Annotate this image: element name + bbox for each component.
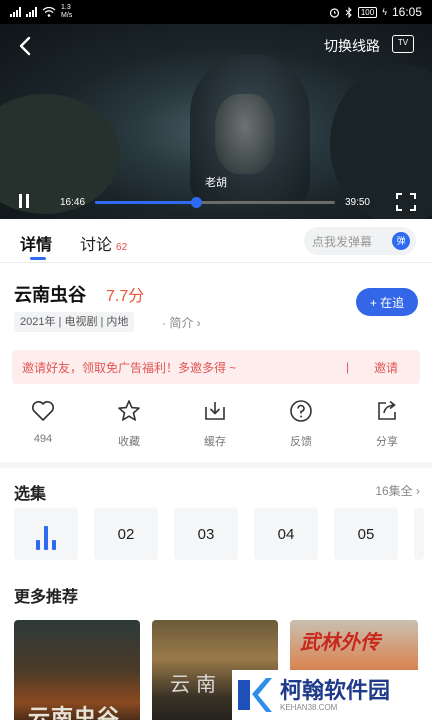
alarm-icon	[329, 7, 339, 18]
poster-title: 云南虫谷	[28, 705, 121, 720]
tab-details[interactable]: 详情	[20, 231, 52, 255]
player-controls: 16:46 39:50	[0, 187, 432, 217]
current-time: 16:46	[60, 196, 86, 208]
network-speed: 1.3 M/s	[61, 4, 73, 19]
tab-discussion[interactable]: 讨论 62	[80, 231, 127, 255]
collect-label: 收藏	[118, 436, 140, 448]
episodes-all-link[interactable]: 16集全 ›	[375, 482, 420, 499]
invite-banner[interactable]: 邀请好友，领取免广告福利！多邀多得 ~ | 邀请	[12, 350, 420, 384]
seek-progress	[95, 200, 196, 204]
playing-bar	[52, 540, 56, 550]
danmaku-placeholder: 点我发弹幕	[312, 234, 373, 249]
pause-icon[interactable]	[16, 194, 32, 210]
download-label: 缓存	[204, 436, 226, 448]
heart-icon	[32, 401, 54, 421]
signal-icon	[10, 7, 21, 17]
status-bar: 1.3 M/s 100 ϟ 16:05	[0, 0, 432, 24]
watermark-text: 柯翰软件园 KEHAN38.COM	[274, 677, 391, 712]
wifi-icon	[42, 7, 56, 17]
poster-title: 武林外传	[300, 632, 380, 654]
episode-item[interactable]: 05	[334, 508, 398, 560]
like-button[interactable]: 494	[13, 398, 73, 445]
bluetooth-icon	[345, 6, 352, 18]
danmaku-input[interactable]: 点我发弹幕 弹	[304, 227, 416, 255]
like-count: 494	[33, 433, 53, 445]
poster-card[interactable]: 云南虫谷	[14, 620, 140, 720]
feedback-label: 反馈	[290, 436, 312, 448]
invite-separator: |	[346, 360, 350, 374]
invite-text: 邀请好友，领取免广告福利！多邀多得 ~	[22, 360, 237, 375]
episode-playing[interactable]	[14, 508, 78, 560]
episode-item[interactable]: 04	[254, 508, 318, 560]
active-tab-indicator	[30, 257, 46, 260]
poster-title: 云南	[170, 674, 222, 696]
switch-line-button[interactable]: 切换线路	[324, 36, 380, 56]
tv-cast-button[interactable]: TV	[392, 35, 414, 53]
action-bar: 494 收藏 缓存 反馈 分享	[0, 398, 432, 448]
back-arrow-icon[interactable]	[14, 34, 38, 58]
episodes-title: 选集	[14, 486, 47, 503]
detail-tabs: 详情 讨论 62 点我发弹幕 弹	[0, 219, 432, 263]
charging-icon: ϟ	[382, 7, 387, 17]
clock: 16:05	[391, 5, 422, 19]
seek-bar[interactable]	[95, 196, 335, 208]
show-title: 云南虫谷	[14, 285, 86, 305]
episode-list: 02 03 04 05	[14, 508, 424, 560]
fullscreen-icon[interactable]	[396, 193, 416, 211]
episode-item-partial[interactable]	[414, 508, 424, 560]
follow-button[interactable]: + 在追	[356, 288, 418, 316]
watermark: 柯翰软件园 KEHAN38.COM	[232, 670, 422, 720]
share-label: 分享	[376, 436, 398, 448]
feedback-button[interactable]: 反馈	[271, 398, 331, 449]
show-meta: 2021年 | 电视剧 | 内地	[14, 312, 135, 332]
watermark-name: 柯翰软件园	[280, 677, 391, 703]
playing-bar	[36, 540, 40, 550]
watermark-url: KEHAN38.COM	[280, 702, 338, 712]
episode-item[interactable]: 02	[94, 508, 158, 560]
star-icon	[118, 400, 140, 421]
total-time: 39:50	[344, 196, 370, 208]
invite-button[interactable]: 邀请	[374, 359, 398, 376]
download-icon	[205, 402, 225, 420]
question-icon	[290, 400, 312, 422]
playing-bar	[44, 526, 48, 550]
status-right: 100 ϟ 16:05	[329, 5, 422, 19]
signal-icon-2	[26, 7, 37, 17]
discussion-count: 62	[116, 242, 128, 253]
collect-button[interactable]: 收藏	[99, 398, 159, 449]
recommend-title: 更多推荐	[14, 589, 79, 606]
show-rating: 7.7分	[106, 288, 145, 305]
share-button[interactable]: 分享	[357, 398, 417, 449]
status-left: 1.3 M/s	[10, 4, 72, 20]
kehan-logo-icon	[238, 678, 272, 712]
section-divider	[0, 462, 432, 468]
tab-discussion-label: 讨论	[80, 237, 113, 254]
battery-indicator: 100	[357, 6, 378, 18]
share-icon	[378, 400, 396, 420]
seek-handle[interactable]	[190, 196, 202, 208]
video-scene-face	[215, 94, 275, 174]
download-button[interactable]: 缓存	[185, 398, 245, 449]
video-player[interactable]: 切换线路 TV 老胡 16:46 39:50	[0, 24, 432, 219]
intro-link[interactable]: · 简介 ›	[162, 314, 201, 331]
danmaku-icon[interactable]: 弹	[392, 232, 410, 250]
episode-item[interactable]: 03	[174, 508, 238, 560]
show-title-row: 云南虫谷 7.7分	[14, 281, 144, 307]
